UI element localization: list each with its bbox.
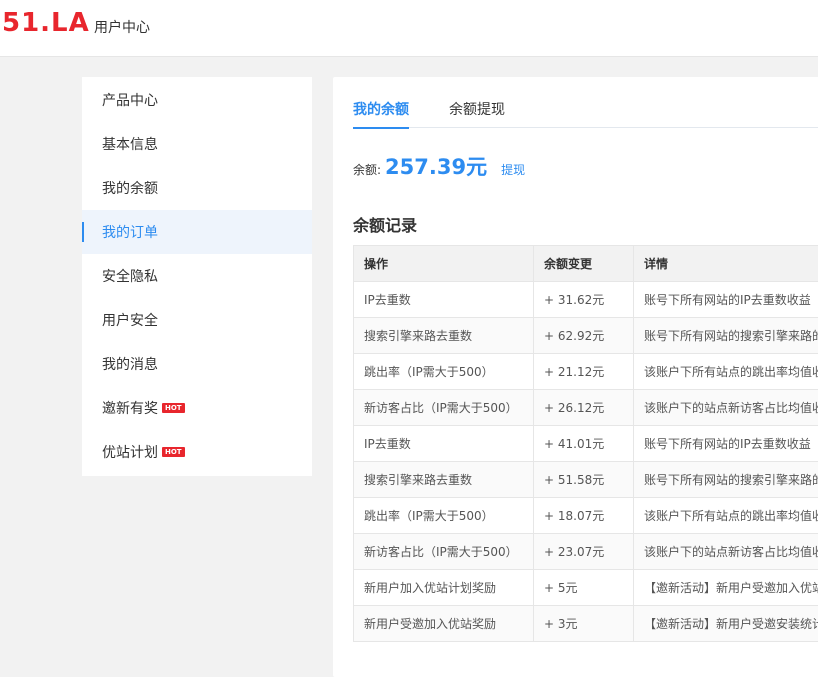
main-panel: 我的余额 余额提现 余额: 257.39元 提现 余额记录 操作 余额变更 详情… [333, 77, 818, 677]
sidebar-item[interactable]: 用户安全 [82, 298, 312, 342]
cell-operation: 新用户受邀加入优站奖励 [354, 606, 534, 642]
sidebar-item-label: 基本信息 [102, 134, 158, 154]
sidebar-item-label: 我的订单 [102, 222, 158, 242]
sidebar-item-label: 产品中心 [102, 90, 158, 110]
balance-label: 余额: [353, 161, 381, 178]
cell-details: 【邀新活动】新用户受邀加入优站 [634, 570, 818, 606]
table-header-row: 操作 余额变更 详情 [354, 246, 818, 282]
cell-operation: 新访客占比（IP需大于500） [354, 534, 534, 570]
table-row: 新访客占比（IP需大于500）+ 26.12元该账户下的站点新访客占比均值收 [354, 390, 818, 426]
cell-change: + 21.12元 [534, 354, 634, 390]
table-row: 搜索引擎来路去重数+ 62.92元账号下所有网站的搜索引擎来路的 [354, 318, 818, 354]
cell-details: 【邀新活动】新用户受邀安装统计 [634, 606, 818, 642]
sidebar-item-label: 邀新有奖 [102, 398, 158, 418]
sidebar-item-label: 用户安全 [102, 310, 158, 330]
sidebar-item[interactable]: 安全隐私 [82, 254, 312, 298]
cell-operation: 搜索引擎来路去重数 [354, 318, 534, 354]
hot-badge: HOT [162, 447, 185, 457]
sidebar-item-label: 我的消息 [102, 354, 158, 374]
tab-withdraw[interactable]: 余额提现 [449, 99, 505, 119]
cell-operation: 跳出率（IP需大于500） [354, 498, 534, 534]
tab-my-balance[interactable]: 我的余额 [353, 99, 409, 119]
sidebar-item[interactable]: 产品中心 [82, 78, 312, 122]
table-row: 跳出率（IP需大于500）+ 18.07元该账户下所有站点的跳出率均值收 [354, 498, 818, 534]
balance-summary: 余额: 257.39元 提现 [353, 151, 525, 181]
cell-operation: IP去重数 [354, 282, 534, 318]
column-header-details: 详情 [634, 246, 818, 282]
table-row: IP去重数+ 41.01元账号下所有网站的IP去重数收益 [354, 426, 818, 462]
cell-change: + 23.07元 [534, 534, 634, 570]
cell-change: + 41.01元 [534, 426, 634, 462]
cell-details: 账号下所有网站的IP去重数收益 [634, 282, 818, 318]
cell-change: + 51.58元 [534, 462, 634, 498]
records-table: 操作 余额变更 详情 IP去重数+ 31.62元账号下所有网站的IP去重数收益搜… [353, 245, 818, 642]
cell-change: + 62.92元 [534, 318, 634, 354]
sidebar-item[interactable]: 邀新有奖 HOT [82, 386, 312, 430]
sidebar-item[interactable]: 基本信息 [82, 122, 312, 166]
cell-change: + 3元 [534, 606, 634, 642]
column-header-operation: 操作 [354, 246, 534, 282]
sidebar-item-label: 优站计划 [102, 442, 158, 462]
sidebar-item[interactable]: 我的余额 [82, 166, 312, 210]
cell-details: 该账户下所有站点的跳出率均值收 [634, 354, 818, 390]
logo[interactable]: 51.LA [2, 9, 90, 37]
cell-details: 账号下所有网站的IP去重数收益 [634, 426, 818, 462]
cell-change: + 26.12元 [534, 390, 634, 426]
page-title: 用户中心 [94, 17, 150, 37]
table-row: 搜索引擎来路去重数+ 51.58元账号下所有网站的搜索引擎来路的 [354, 462, 818, 498]
cell-details: 账号下所有网站的搜索引擎来路的 [634, 462, 818, 498]
table-row: 新用户受邀加入优站奖励+ 3元【邀新活动】新用户受邀安装统计 [354, 606, 818, 642]
sidebar-item[interactable]: 我的订单 [82, 210, 312, 254]
tab-bar: 我的余额 余额提现 [353, 77, 818, 128]
cell-change: + 18.07元 [534, 498, 634, 534]
top-bar: 51.LA 用户中心 [0, 0, 818, 57]
column-header-change: 余额变更 [534, 246, 634, 282]
records-title: 余额记录 [353, 212, 417, 236]
sidebar-item[interactable]: 优站计划 HOT [82, 430, 312, 474]
cell-operation: IP去重数 [354, 426, 534, 462]
cell-details: 该账户下所有站点的跳出率均值收 [634, 498, 818, 534]
hot-badge: HOT [162, 403, 185, 413]
sidebar-item-label: 安全隐私 [102, 266, 158, 286]
cell-change: + 5元 [534, 570, 634, 606]
cell-operation: 搜索引擎来路去重数 [354, 462, 534, 498]
table-row: 新访客占比（IP需大于500）+ 23.07元该账户下的站点新访客占比均值收 [354, 534, 818, 570]
cell-change: + 31.62元 [534, 282, 634, 318]
balance-value: 257.39元 [385, 151, 487, 181]
withdraw-link[interactable]: 提现 [501, 161, 525, 178]
sidebar-item[interactable]: 我的消息 [82, 342, 312, 386]
table-row: 新用户加入优站计划奖励+ 5元【邀新活动】新用户受邀加入优站 [354, 570, 818, 606]
cell-operation: 跳出率（IP需大于500） [354, 354, 534, 390]
cell-details: 该账户下的站点新访客占比均值收 [634, 534, 818, 570]
cell-operation: 新访客占比（IP需大于500） [354, 390, 534, 426]
cell-details: 该账户下的站点新访客占比均值收 [634, 390, 818, 426]
sidebar-item-label: 我的余额 [102, 178, 158, 198]
cell-details: 账号下所有网站的搜索引擎来路的 [634, 318, 818, 354]
table-row: 跳出率（IP需大于500）+ 21.12元该账户下所有站点的跳出率均值收 [354, 354, 818, 390]
cell-operation: 新用户加入优站计划奖励 [354, 570, 534, 606]
table-row: IP去重数+ 31.62元账号下所有网站的IP去重数收益 [354, 282, 818, 318]
sidebar: 产品中心基本信息我的余额我的订单安全隐私用户安全我的消息邀新有奖 HOT 优站计划 H… [82, 77, 312, 476]
